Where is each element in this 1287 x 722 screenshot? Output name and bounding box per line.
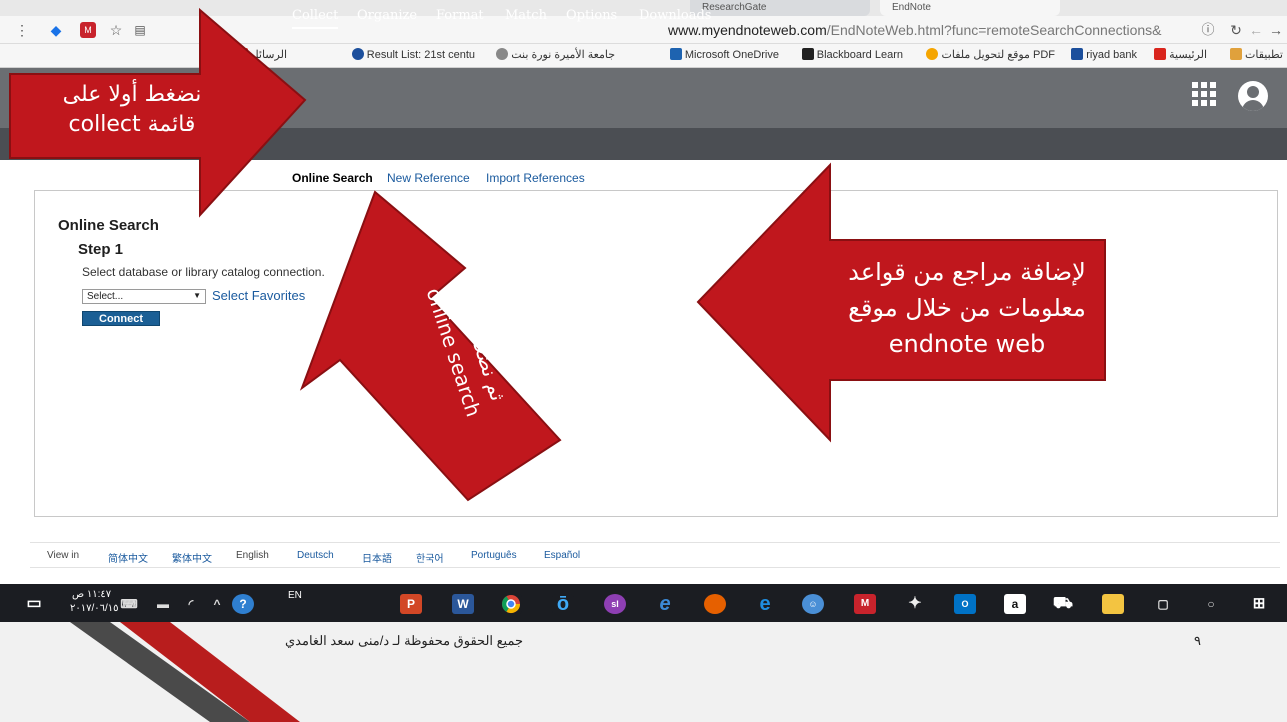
callout-collect-text: نضغط أولا على قائمة collect xyxy=(62,82,202,137)
slide: ResearchGate EndNote ⋮ ◆ M ☆ ▤ www.myend… xyxy=(0,0,1287,722)
callout-add-references-text: لإضافة مراجع من قواعد معلومات من خلال مو… xyxy=(848,258,1086,358)
